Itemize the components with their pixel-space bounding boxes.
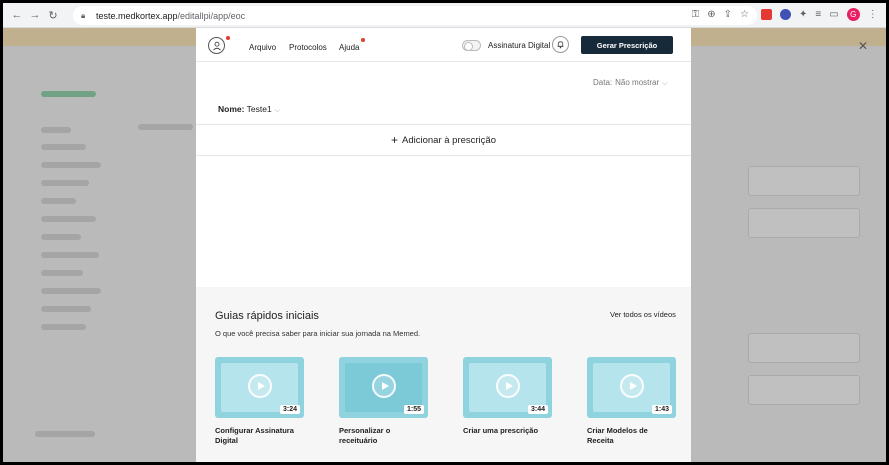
forward-icon[interactable]: →	[27, 7, 43, 23]
bell-icon[interactable]	[552, 36, 569, 53]
puzzle-icon[interactable]: ✦	[799, 9, 807, 20]
address-bar[interactable]: 🔒︎ teste.medkortex.app/editallpi/app/eoc…	[73, 6, 757, 25]
video-card[interactable]: 3:44 Criar uma prescrição	[463, 357, 552, 436]
notify-dot	[361, 38, 365, 42]
add-label: Adicionar à prescrição	[402, 134, 496, 146]
play-icon[interactable]	[372, 374, 396, 398]
lock-icon: 🔒︎	[81, 11, 86, 20]
video-thumbnail[interactable]: 3:24	[215, 357, 304, 418]
play-icon[interactable]	[248, 374, 272, 398]
video-title[interactable]: Criar uma prescrição	[463, 426, 552, 436]
notify-dot	[226, 36, 230, 40]
patient-name-selector[interactable]: Nome: Teste1 ⌵	[218, 104, 280, 115]
extension-red-icon[interactable]	[761, 9, 772, 20]
video-card[interactable]: 1:55 Personalizar o receituário	[339, 357, 428, 446]
omnibox-actions: ⚿ ⊕ ⇪ ☆	[692, 9, 749, 20]
quick-guides-section: Guias rápidos iniciais O que você precis…	[196, 287, 691, 462]
date-value: Não mostrar	[615, 78, 660, 87]
chevron-down-icon: ⌵	[662, 80, 668, 87]
video-duration: 1:43	[651, 405, 672, 414]
video-duration: 3:44	[527, 405, 548, 414]
video-thumbnail[interactable]: 3:44	[463, 357, 552, 418]
name-value: Teste1	[246, 104, 272, 114]
modal-header: Arquivo Protocolos Ajuda Assinatura Digi…	[196, 28, 691, 62]
digital-signature-toggle[interactable]	[462, 40, 481, 51]
close-icon[interactable]: ✕	[858, 39, 868, 53]
video-thumbnail[interactable]: 1:43	[587, 357, 676, 418]
back-icon[interactable]: ←	[9, 7, 25, 23]
see-all-videos-link[interactable]: Ver todos os vídeos	[610, 310, 676, 319]
toggle-label: Assinatura Digital	[488, 41, 551, 50]
generate-prescription-button[interactable]: Gerar Prescrição	[581, 36, 673, 54]
guides-subtitle: O que você precisa saber para iniciar su…	[215, 329, 421, 338]
extensions-area: ✦ ≡ ▭ G ⋮	[761, 8, 878, 21]
browser-toolbar: ← → ↻ 🔒︎ teste.medkortex.app/editallpi/a…	[3, 3, 886, 28]
reading-list-icon[interactable]: ≡	[815, 9, 821, 20]
key-icon[interactable]: ⚿	[692, 9, 700, 20]
video-thumbnail[interactable]: 1:55	[339, 357, 428, 418]
user-icon[interactable]	[208, 37, 225, 54]
extension-blue-icon[interactable]	[780, 9, 791, 20]
video-duration: 3:24	[279, 405, 300, 414]
guides-title: Guias rápidos iniciais	[215, 310, 319, 322]
video-card[interactable]: 1:43 Criar Modelos de Receita	[587, 357, 676, 446]
play-icon[interactable]	[496, 374, 520, 398]
reload-icon[interactable]: ↻	[45, 7, 61, 23]
name-label: Nome:	[218, 104, 245, 114]
date-selector[interactable]: Data: Não mostrar ⌵	[593, 78, 667, 88]
video-card[interactable]: 3:24 Configurar Assinatura Digital	[215, 357, 304, 446]
kebab-menu-icon[interactable]: ⋮	[868, 9, 878, 20]
play-icon[interactable]	[620, 374, 644, 398]
star-icon[interactable]: ☆	[740, 9, 749, 20]
date-label: Data:	[593, 78, 613, 87]
plus-icon: +	[390, 133, 398, 147]
prescription-modal: Arquivo Protocolos Ajuda Assinatura Digi…	[196, 28, 691, 462]
video-title[interactable]: Personalizar o receituário	[339, 426, 428, 446]
add-to-prescription-button[interactable]: + Adicionar à prescrição	[196, 124, 691, 156]
video-title[interactable]: Criar Modelos de Receita	[587, 426, 676, 446]
share-icon[interactable]: ⇪	[724, 9, 732, 20]
zoom-icon[interactable]: ⊕	[707, 9, 715, 20]
menu-arquivo[interactable]: Arquivo	[249, 43, 276, 52]
video-title[interactable]: Configurar Assinatura Digital	[215, 426, 304, 446]
menu-ajuda[interactable]: Ajuda	[339, 43, 359, 52]
screenshot-frame: ← → ↻ 🔒︎ teste.medkortex.app/editallpi/a…	[3, 3, 886, 462]
menu-protocolos[interactable]: Protocolos	[289, 43, 327, 52]
profile-avatar[interactable]: G	[846, 8, 860, 21]
chevron-down-icon: ⌵	[274, 107, 281, 114]
video-duration: 1:55	[403, 405, 424, 414]
side-panel-icon[interactable]: ▭	[829, 9, 838, 20]
url-text: teste.medkortex.app/editallpi/app/eoc	[96, 10, 246, 21]
